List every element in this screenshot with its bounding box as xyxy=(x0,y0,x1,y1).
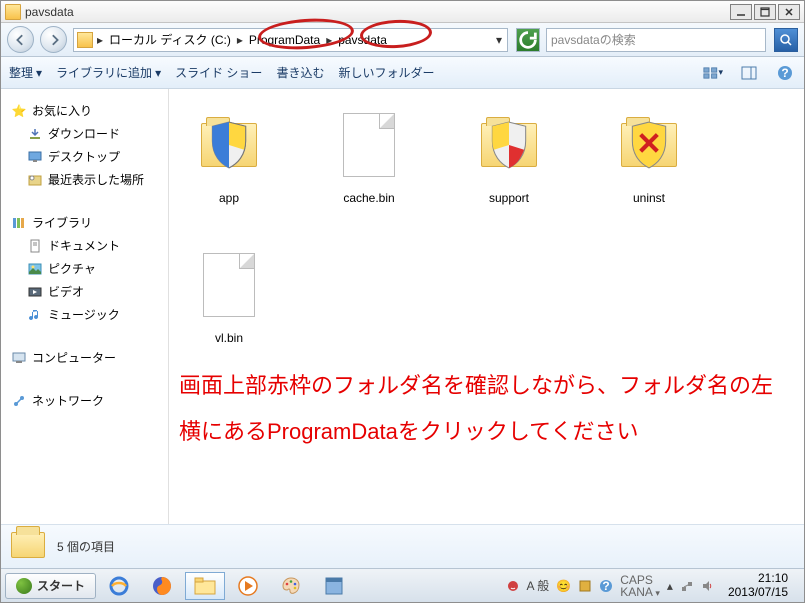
desktop-icon xyxy=(27,149,43,165)
preview-pane-button[interactable] xyxy=(738,62,760,84)
breadcrumb-root[interactable]: ローカル ディスク (C:) xyxy=(104,29,236,51)
svg-text:?: ? xyxy=(781,66,788,80)
caps-indicator: CAPSKANA ▾ xyxy=(620,574,660,598)
back-button[interactable] xyxy=(7,26,34,53)
item-label: cache.bin xyxy=(343,191,394,205)
file-cache[interactable]: cache.bin xyxy=(319,105,419,205)
address-bar[interactable]: ▸ ローカル ディスク (C:) ▸ ProgramData ▸ pavsdat… xyxy=(73,28,508,52)
taskbar-explorer[interactable] xyxy=(185,572,225,600)
sidebar-network[interactable]: ネットワーク xyxy=(5,389,164,412)
item-label: uninst xyxy=(633,191,665,205)
shield-icon xyxy=(207,120,251,170)
chevron-right-icon[interactable]: ▸ xyxy=(96,33,104,47)
breadcrumb-pavsdata[interactable]: pavsdata xyxy=(333,29,392,51)
chevron-right-icon[interactable]: ▸ xyxy=(236,33,244,47)
titlebar: pavsdata xyxy=(1,1,804,23)
clock[interactable]: 21:102013/07/15 xyxy=(722,572,794,598)
taskbar-ie[interactable] xyxy=(99,572,139,600)
organize-menu[interactable]: 整理 ▾ xyxy=(9,64,42,81)
taskbar-app[interactable] xyxy=(314,572,354,600)
star-icon: ⭐ xyxy=(11,103,27,119)
address-dropdown[interactable]: ▾ xyxy=(491,33,507,47)
tray-help-icon[interactable]: ? xyxy=(599,579,613,593)
new-folder-button[interactable]: 新しいフォルダー xyxy=(338,64,434,81)
file-icon xyxy=(203,253,255,317)
add-to-library-menu[interactable]: ライブラリに追加 ▾ xyxy=(56,64,161,81)
instruction-text: 画面上部赤枠のフォルダ名を確認しながら、フォルダ名の左横にあるProgramDa… xyxy=(179,363,794,455)
tray-network-icon[interactable] xyxy=(680,579,694,593)
slideshow-button[interactable]: スライド ショー xyxy=(175,64,262,81)
file-icon xyxy=(343,113,395,177)
file-vl[interactable]: vl.bin xyxy=(179,245,279,345)
minimize-button[interactable] xyxy=(730,4,752,20)
svg-text:?: ? xyxy=(603,579,610,593)
breadcrumb-programdata[interactable]: ProgramData xyxy=(244,29,325,51)
taskbar: スタート A 般 😊 ? CAPSKANA ▾ ▴ 21:102013/07/1… xyxy=(1,568,804,602)
folder-icon xyxy=(11,532,45,562)
toolbar: 整理 ▾ ライブラリに追加 ▾ スライド ショー 書き込む 新しいフォルダー ▾… xyxy=(1,57,804,89)
sidebar-desktop[interactable]: デスクトップ xyxy=(5,145,164,168)
folder-support[interactable]: support xyxy=(459,105,559,205)
start-button[interactable]: スタート xyxy=(5,573,96,599)
pictures-icon xyxy=(27,261,43,277)
recent-icon xyxy=(27,172,43,188)
chevron-down-icon: ▾ xyxy=(36,66,42,80)
music-icon xyxy=(27,307,43,323)
sidebar-pictures[interactable]: ピクチャ xyxy=(5,257,164,280)
navbar: ▸ ローカル ディスク (C:) ▸ ProgramData ▸ pavsdat… xyxy=(1,23,804,57)
item-label: vl.bin xyxy=(215,331,243,345)
item-label: support xyxy=(489,191,529,205)
sidebar-videos[interactable]: ビデオ xyxy=(5,280,164,303)
network-icon xyxy=(11,393,27,409)
content-pane[interactable]: app cache.bin support uninst xyxy=(169,89,804,524)
tray-icon[interactable]: 😊 xyxy=(556,579,571,593)
sidebar-computer[interactable]: コンピューター xyxy=(5,346,164,369)
close-button[interactable] xyxy=(778,4,800,20)
sidebar-libraries[interactable]: ライブラリ xyxy=(5,211,164,234)
taskbar-firefox[interactable] xyxy=(142,572,182,600)
item-label: app xyxy=(219,191,239,205)
refresh-button[interactable] xyxy=(516,28,540,52)
tray-icon[interactable] xyxy=(506,579,520,593)
search-input[interactable]: pavsdataの検索 xyxy=(546,28,766,52)
help-button[interactable]: ? xyxy=(774,62,796,84)
shield-icon xyxy=(487,120,531,170)
tray-chevron[interactable]: ▴ xyxy=(667,579,673,593)
ime-status[interactable]: A 般 xyxy=(527,577,550,594)
chevron-down-icon: ▾ xyxy=(155,66,161,80)
folder-uninst[interactable]: uninst xyxy=(599,105,699,205)
tray-icon[interactable] xyxy=(578,579,592,593)
maximize-button[interactable] xyxy=(754,4,776,20)
sidebar: ⭐お気に入り ダウンロード デスクトップ 最近表示した場所 ライブラリ ドキュメ… xyxy=(1,89,169,524)
search-button[interactable] xyxy=(774,28,798,52)
library-icon xyxy=(11,215,27,231)
sidebar-music[interactable]: ミュージック xyxy=(5,303,164,326)
tray-volume-icon[interactable] xyxy=(701,579,715,593)
forward-button[interactable] xyxy=(40,26,67,53)
details-pane: 5 個の項目 xyxy=(1,524,804,568)
taskbar-paint[interactable] xyxy=(271,572,311,600)
burn-button[interactable]: 書き込む xyxy=(276,64,324,81)
computer-icon xyxy=(11,350,27,366)
taskbar-mediaplayer[interactable] xyxy=(228,572,268,600)
folder-icon xyxy=(5,4,21,20)
sidebar-favorites[interactable]: ⭐お気に入り xyxy=(5,99,164,122)
windows-orb-icon xyxy=(16,578,32,594)
folder-icon xyxy=(77,32,93,48)
view-menu[interactable]: ▾ xyxy=(702,62,724,84)
videos-icon xyxy=(27,284,43,300)
window-title: pavsdata xyxy=(25,5,730,19)
sidebar-recent[interactable]: 最近表示した場所 xyxy=(5,168,164,191)
sidebar-downloads[interactable]: ダウンロード xyxy=(5,122,164,145)
item-count: 5 個の項目 xyxy=(57,538,115,555)
chevron-right-icon[interactable]: ▸ xyxy=(325,33,333,47)
download-icon xyxy=(27,126,43,142)
sidebar-documents[interactable]: ドキュメント xyxy=(5,234,164,257)
shield-icon xyxy=(627,120,671,170)
folder-app[interactable]: app xyxy=(179,105,279,205)
documents-icon xyxy=(27,238,43,254)
search-placeholder: pavsdataの検索 xyxy=(551,31,761,48)
